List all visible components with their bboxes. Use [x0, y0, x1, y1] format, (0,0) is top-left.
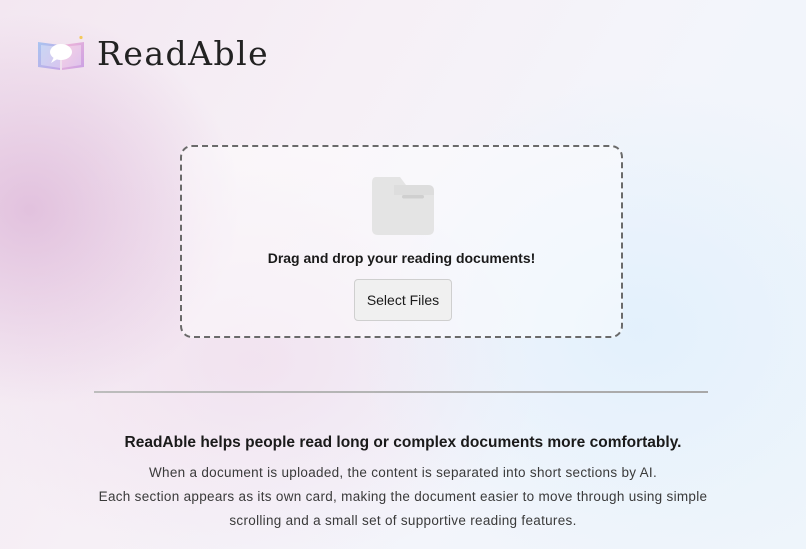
- file-dropzone[interactable]: Drag and drop your reading documents! Se…: [180, 145, 623, 338]
- description-line: When a document is uploaded, the content…: [148, 465, 658, 480]
- description-line: scrolling and a small set of supportive …: [229, 513, 577, 528]
- dropzone-prompt: Drag and drop your reading documents!: [267, 250, 536, 266]
- section-divider: [94, 391, 708, 393]
- description-headline: ReadAble helps people read long or compl…: [124, 434, 682, 451]
- open-book-chat-icon: [38, 35, 84, 70]
- brand-name: ReadAble: [97, 33, 270, 73]
- select-files-button[interactable]: Select Files: [354, 279, 452, 321]
- app-description: ReadAble helps people read long or compl…: [40, 433, 766, 533]
- brand-logo: ReadAble: [36, 34, 269, 72]
- description-line: Each section appears as its own card, ma…: [98, 489, 708, 504]
- folder-icon: [372, 177, 434, 235]
